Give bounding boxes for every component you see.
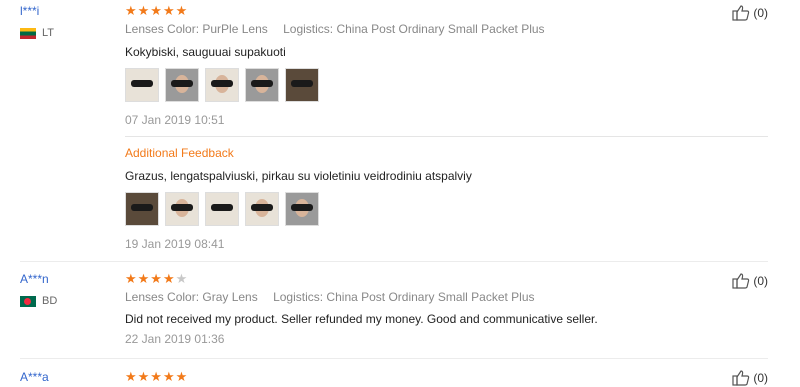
- review-photo[interactable]: [285, 192, 319, 226]
- logistics: Logistics: China Post Ordinary Small Pac…: [283, 22, 545, 36]
- reviewer-name[interactable]: A***n: [20, 272, 110, 286]
- review-meta: Lenses Color: PurPle Lens Logistics: Chi…: [125, 22, 768, 36]
- reviewer-country: BD: [20, 295, 110, 307]
- review-photo[interactable]: [125, 192, 159, 226]
- reviewer-name[interactable]: A***a: [20, 370, 110, 384]
- review-photo[interactable]: [205, 192, 239, 226]
- logistics: Logistics: China Post Ordinary Small Pac…: [273, 290, 535, 304]
- lenses-color: Lenses Color: PurPle Lens: [125, 22, 268, 36]
- review-photo[interactable]: [165, 192, 199, 226]
- lenses-color: Lenses Color: Gray Lens: [125, 290, 258, 304]
- review-text: Did not received my product. Seller refu…: [125, 312, 598, 326]
- star-rating: ★★★★★: [125, 272, 768, 286]
- review-photo[interactable]: [205, 68, 239, 102]
- additional-photos: [125, 192, 768, 226]
- review-photo[interactable]: [165, 68, 199, 102]
- country-code: BD: [42, 295, 58, 307]
- stars-on: ★★★★: [125, 271, 176, 286]
- review-photo[interactable]: [245, 68, 279, 102]
- reviewer-country: LT: [20, 27, 110, 39]
- additional-feedback-date: 19 Jan 2019 08:41: [125, 237, 225, 251]
- divider: [125, 136, 768, 137]
- review-date: 07 Jan 2019 10:51: [125, 113, 225, 127]
- review-text: Kokybiski, sauguuai supakuoti: [125, 45, 286, 59]
- thumbs-up-icon: [732, 370, 750, 386]
- like-count: (0): [753, 6, 768, 20]
- additional-feedback-label: Additional Feedback: [125, 146, 234, 160]
- stars-off: ★: [175, 271, 189, 286]
- review-photo[interactable]: [245, 192, 279, 226]
- review-meta: Lenses Color: Gray Lens Logistics: China…: [125, 290, 768, 304]
- additional-feedback-text: Grazus, lengatspalviuski, pirkau su viol…: [125, 169, 472, 183]
- like-count: (0): [753, 274, 768, 288]
- thumbs-up-icon: [732, 5, 750, 21]
- review-photo[interactable]: [285, 68, 319, 102]
- review-date: 22 Jan 2019 01:36: [125, 332, 225, 346]
- like-button[interactable]: (0): [732, 272, 768, 290]
- star-rating: ★★★★★: [125, 369, 189, 384]
- review-photo[interactable]: [125, 68, 159, 102]
- star-rating: ★★★★★: [125, 3, 189, 18]
- review-divider: [20, 261, 768, 262]
- review-divider: [20, 358, 768, 359]
- like-button[interactable]: (0): [732, 4, 768, 22]
- flag-lt-icon: [20, 27, 36, 39]
- like-button[interactable]: (0): [732, 369, 768, 387]
- thumbs-up-icon: [732, 273, 750, 289]
- country-code: LT: [42, 27, 55, 39]
- flag-bd-icon: [20, 295, 36, 307]
- reviewer-name[interactable]: l***i: [20, 4, 110, 18]
- review-photos: [125, 68, 768, 102]
